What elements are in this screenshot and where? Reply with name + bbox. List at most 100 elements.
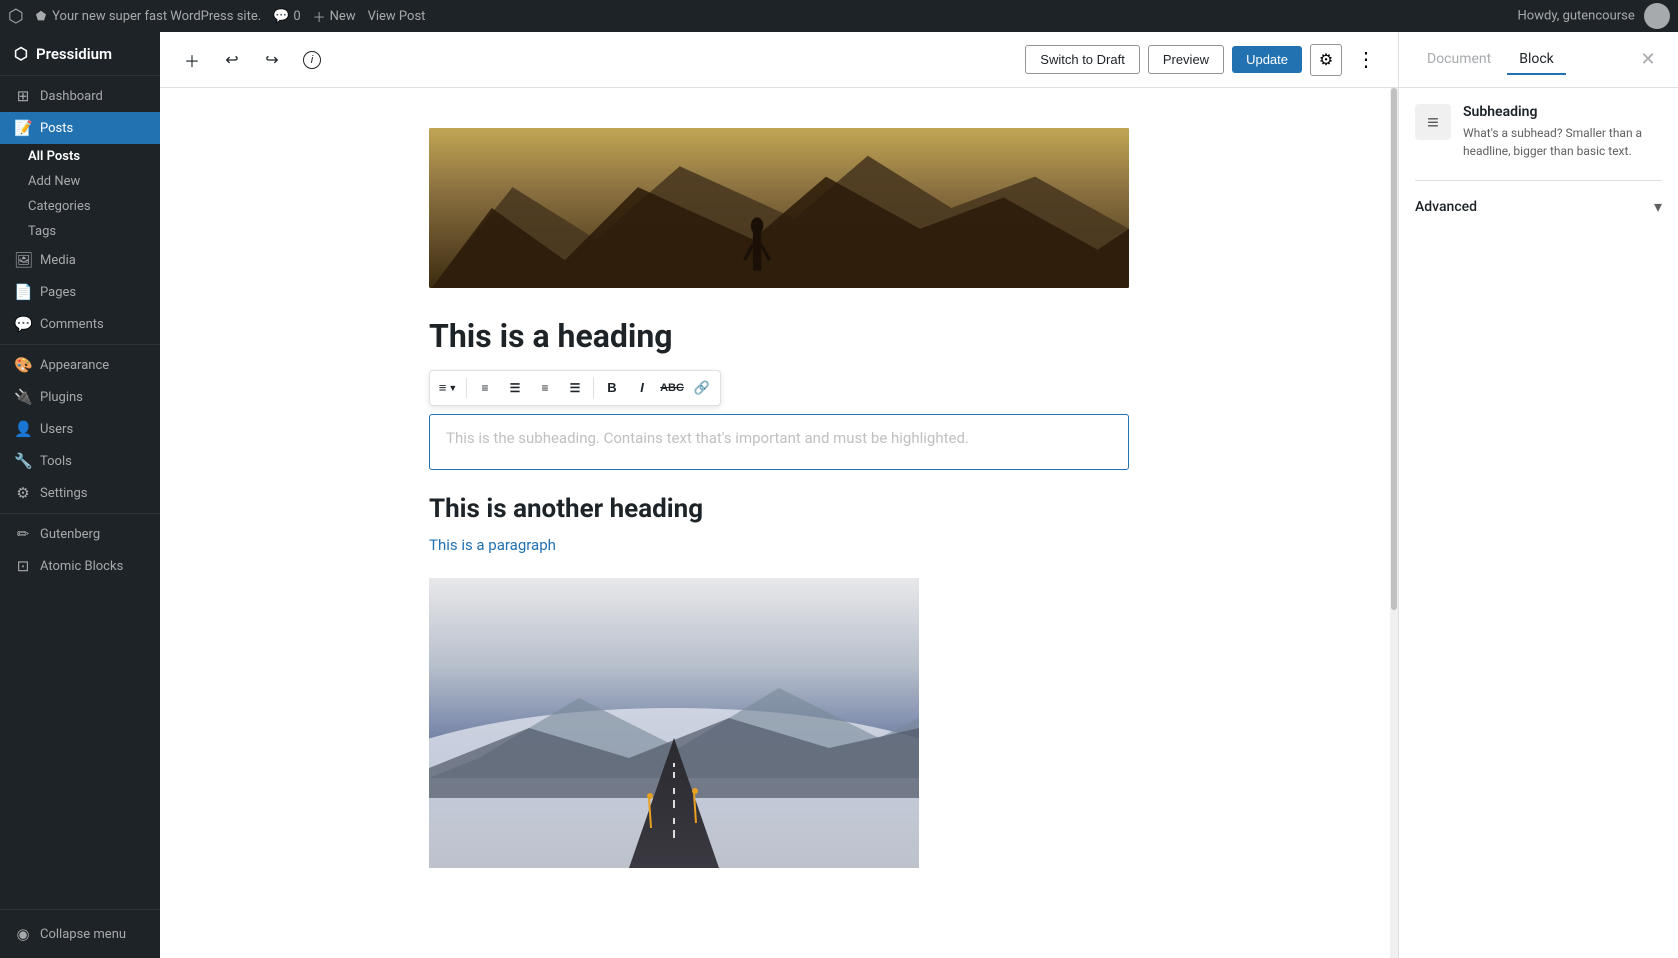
text-align-left-icon: ≡ [481,381,488,395]
greeting-text: Howdy, gutencourse [1518,8,1635,23]
site-name-text: Your new super fast WordPress site. [52,9,261,24]
sidebar-subitem-tags[interactable]: Tags [28,219,160,244]
text-align-right-icon: ≡ [541,381,548,395]
align-chevron-icon: ▼ [448,383,457,393]
media-icon: 🖼 [14,251,32,269]
brand-name: Pressidium [36,45,112,63]
block-description: What's a subhead? Smaller than a headlin… [1463,124,1662,160]
sidebar-label-tools: Tools [40,454,72,469]
scrollbar-thumb[interactable] [1391,88,1397,610]
undo-button[interactable]: ↩ [216,44,248,76]
hero-image [429,128,1129,288]
sidebar-label-pages: Pages [40,285,76,300]
collapse-menu-button[interactable]: ◉ Collapse menu [0,918,160,950]
add-icon: ＋ [313,7,326,26]
new-label: New [330,9,356,24]
info-icon: i [303,51,321,69]
sidebar-item-settings[interactable]: ⚙ Settings [0,477,160,509]
sidebar-label-gutenberg: Gutenberg [40,527,100,542]
align-right-button[interactable]: ≡ [531,374,559,402]
sidebar-item-pages[interactable]: 📄 Pages [0,276,160,308]
preview-label: Preview [1163,52,1209,67]
sidebar-item-tools[interactable]: 🔧 Tools [0,445,160,477]
tab-block-label: Block [1519,51,1554,67]
strikethrough-icon: ABC [660,382,684,394]
sidebar-subitem-categories[interactable]: Categories [28,194,160,219]
align-left-button[interactable]: ≡ ▼ [434,374,462,402]
sidebar: ⬡ Pressidium ⊞ Dashboard 📝 Posts All Pos… [0,32,160,958]
right-panel-content: ≡ Subheading What's a subhead? Smaller t… [1399,88,1678,958]
redo-icon: ↪ [265,50,278,70]
preview-button[interactable]: Preview [1148,45,1224,74]
content-scrollbar[interactable] [1390,88,1398,958]
sidebar-item-users[interactable]: 👤 Users [0,413,160,445]
tab-block[interactable]: Block [1507,45,1566,75]
sidebar-item-gutenberg[interactable]: ✏ Gutenberg [0,518,160,550]
add-block-button[interactable]: ＋ [176,44,208,76]
paragraph-block[interactable]: This is a paragraph [429,536,1129,554]
heading-text[interactable]: This is a heading [429,316,1129,358]
info-button[interactable]: i [296,44,328,76]
site-name[interactable]: ⬟ Your new super fast WordPress site. [36,9,261,24]
strikethrough-button[interactable]: ABC [658,374,686,402]
sidebar-item-comments[interactable]: 💬 Comments [0,308,160,340]
plugins-icon: 🔌 [14,388,32,406]
bold-button[interactable]: B [598,374,626,402]
sidebar-item-appearance[interactable]: 🎨 Appearance [0,349,160,381]
sidebar-label-users: Users [40,422,73,437]
heading-block-container: This is a heading ≡ ▼ ≡ ☰ [429,316,1129,406]
add-block-icon: ＋ [184,48,200,72]
align-left2-button[interactable]: ≡ [471,374,499,402]
another-heading[interactable]: This is another heading [429,494,1129,524]
new-link[interactable]: ＋ New [313,7,356,26]
hero-image-inner [429,128,1129,288]
advanced-chevron-icon: ▾ [1654,197,1662,216]
sidebar-label-settings: Settings [40,486,87,501]
more-options-button[interactable]: ⋮ [1350,44,1382,76]
sidebar-item-dashboard[interactable]: ⊞ Dashboard [0,80,160,112]
editor-content[interactable]: This is a heading ≡ ▼ ≡ ☰ [160,88,1398,958]
advanced-header[interactable]: Advanced ▾ [1415,193,1662,220]
sidebar-item-posts[interactable]: 📝 Posts [0,112,160,144]
block-toolbar: ≡ ▼ ≡ ☰ ≡ ☰ [429,370,721,406]
subheading-block[interactable]: This is the subheading. Contains text th… [429,414,1129,470]
pages-icon: 📄 [14,283,32,301]
align-center-button[interactable]: ☰ [501,374,529,402]
sidebar-subitem-allposts[interactable]: All Posts [28,144,160,169]
dashboard-icon: ⊞ [14,87,32,105]
sidebar-item-media[interactable]: 🖼 Media [0,244,160,276]
italic-button[interactable]: I [628,374,656,402]
bold-icon: B [607,380,616,395]
update-button[interactable]: Update [1232,46,1302,73]
block-name: Subheading [1463,104,1662,120]
comments-icon: 💬 [273,9,289,24]
second-image [429,578,919,868]
gutenberg-icon: ✏ [14,525,32,543]
sidebar-subitem-addnew[interactable]: Add New [28,169,160,194]
avatar [1644,3,1670,29]
posts-icon: 📝 [14,119,32,137]
settings-panel-button[interactable]: ⚙ [1310,44,1342,76]
view-post-link[interactable]: View Post [368,9,426,24]
link-button[interactable]: 🔗 [688,374,716,402]
tab-document-label: Document [1427,51,1491,67]
align-justify-button[interactable]: ☰ [561,374,589,402]
appearance-icon: 🎨 [14,356,32,374]
editor-toolbar: ＋ ↩ ↪ i Switch to Draft Preview Update [160,32,1398,88]
sidebar-label-atomic-blocks: Atomic Blocks [40,559,123,574]
advanced-section: Advanced ▾ [1415,180,1662,232]
view-post-text: View Post [368,9,426,24]
switch-draft-button[interactable]: Switch to Draft [1025,45,1140,74]
panel-close-button[interactable]: ✕ [1634,46,1662,74]
comments-link[interactable]: 💬 0 [273,9,301,24]
tab-document[interactable]: Document [1415,45,1503,75]
sidebar-item-atomic-blocks[interactable]: ⊡ Atomic Blocks [0,550,160,582]
close-icon: ✕ [1640,49,1655,70]
wp-logo-icon: ⬡ [8,6,24,27]
sidebar-item-plugins[interactable]: 🔌 Plugins [0,381,160,413]
redo-button[interactable]: ↪ [256,44,288,76]
align-left-icon: ≡ [439,380,447,395]
text-align-center-icon: ☰ [510,381,521,395]
sidebar-label-media: Media [40,253,76,268]
sidebar-brand[interactable]: ⬡ Pressidium [0,32,160,76]
